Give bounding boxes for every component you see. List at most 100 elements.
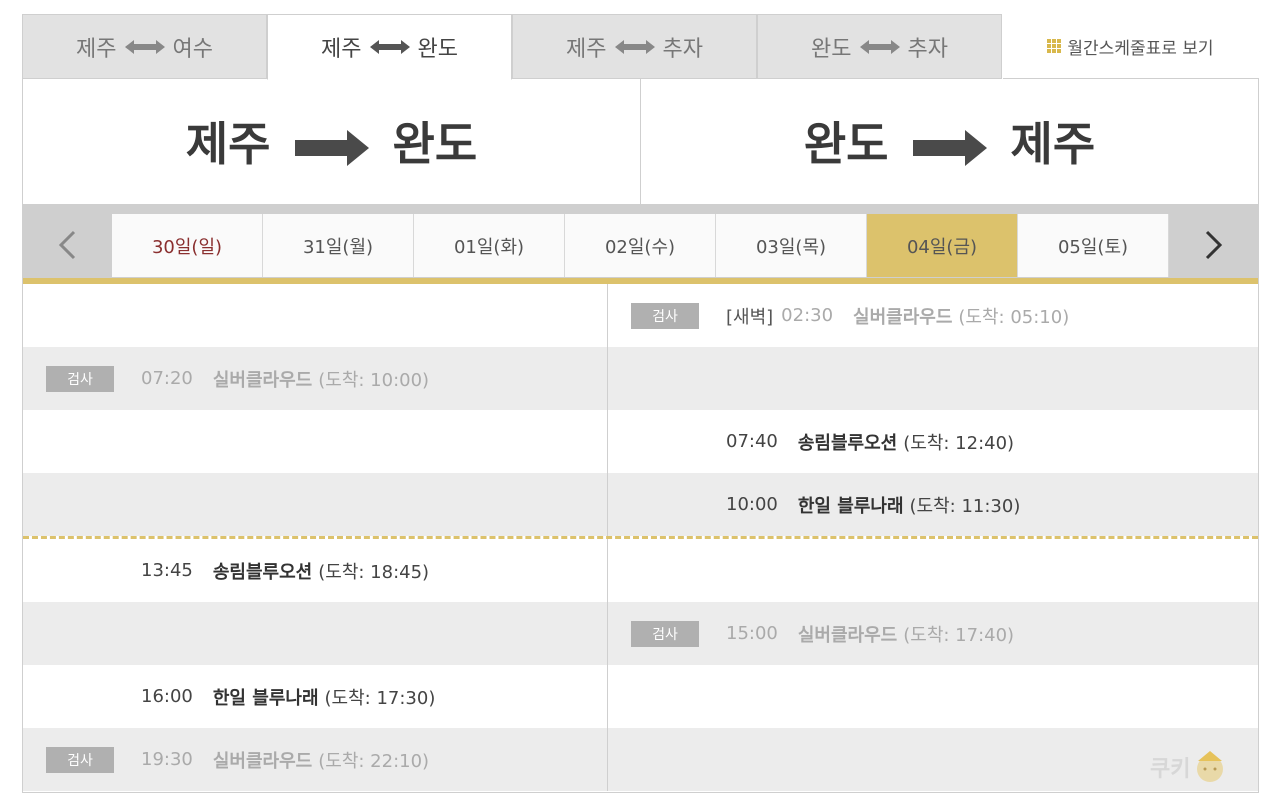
arrival-time: (도착: 12:40): [903, 432, 1015, 454]
date-selector: 30일(일) 31일(월) 01일(화) 02일(수) 03일(목) 04일(금) 05일(…: [23, 204, 1258, 284]
jeju-to-wando-cell: [23, 473, 607, 536]
destination-label: 제주: [1010, 117, 1096, 171]
ship-name: 송림블루오션: [212, 561, 313, 583]
ship-name: 실버클라우드: [212, 369, 313, 391]
jeju-to-wando-cell: [23, 602, 607, 665]
ship-name: 한일 블루나래: [797, 495, 904, 517]
schedule-row: 검사 07:20 실버클라우드 (도착: 10:00): [23, 347, 1258, 410]
schedule-row: 검사 19:30 실버클라우드 (도착: 22:10): [23, 728, 1258, 791]
departure-time: 02:30: [781, 305, 834, 326]
tab-from-label: 제주: [566, 36, 607, 62]
schedule-row: 검사 [새벽] 02:30 실버클라우드 (도착: 05:10): [23, 284, 1258, 347]
date-tab[interactable]: 30일(일): [112, 214, 263, 277]
origin-label: 완도: [803, 117, 889, 171]
tab-to-label: 추자: [662, 36, 703, 62]
watermark-text: 쿠키: [1150, 757, 1191, 782]
departure-entry: 19:30 실버클라우드 (도착: 22:10): [141, 728, 429, 791]
tab-to-label: 완도: [417, 37, 458, 62]
departure-time: 15:00: [726, 623, 778, 644]
departure-entry: 10:00 한일 블루나래 (도착: 11:30): [726, 473, 1020, 536]
double-arrow-icon: [124, 39, 165, 54]
grid-icon: [1047, 39, 1062, 53]
monthly-schedule-link[interactable]: 월간스케줄표로 보기: [1003, 14, 1258, 79]
dog-icon: [1197, 751, 1224, 782]
departure-entry: 16:00 한일 블루나래 (도착: 17:30): [141, 665, 435, 728]
date-tab[interactable]: 02일(수): [565, 214, 716, 277]
departure-entry: 07:20 실버클라우드 (도착: 10:00): [141, 347, 429, 410]
monthly-schedule-label: 월간스케줄표로 보기: [1067, 38, 1214, 59]
date-tab[interactable]: 05일(토): [1018, 214, 1169, 277]
origin-label: 제주: [185, 117, 271, 171]
departure-time: 07:20: [141, 368, 193, 389]
inspection-badge: 검사: [631, 303, 699, 329]
double-arrow-icon: [614, 39, 655, 54]
date-list: 30일(일) 31일(월) 01일(화) 02일(수) 03일(목) 04일(금) 05일(…: [112, 214, 1169, 277]
direction-header: 제주 완도 완도 제주: [23, 78, 1258, 204]
departure-time: 19:30: [141, 749, 193, 770]
ship-name: 실버클라우드: [853, 306, 953, 328]
destination-label: 완도: [392, 117, 478, 171]
schedule-row: 13:45 송림블루오션 (도착: 18:45): [23, 539, 1258, 602]
watermark-logo: 쿠키: [1150, 745, 1248, 789]
arrow-right-icon: [912, 123, 987, 166]
noon-divider: [23, 536, 1258, 539]
departure-time: 10:00: [726, 494, 778, 515]
double-arrow-icon: [369, 40, 410, 54]
arrow-right-icon: [294, 123, 369, 166]
inspection-badge: 검사: [46, 366, 114, 392]
tab-jeju-yeosu[interactable]: 제주 여수: [22, 14, 267, 79]
dawn-label: [새벽]: [726, 306, 774, 328]
date-tab[interactable]: 01일(화): [414, 214, 565, 277]
arrival-time: (도착: 22:10): [318, 750, 430, 772]
tab-from-label: 제주: [321, 37, 362, 62]
wando-to-jeju-cell: [607, 539, 1258, 602]
prev-dates-button[interactable]: [23, 214, 111, 276]
tab-wando-chuja[interactable]: 완도 추자: [757, 14, 1002, 79]
inspection-badge: 검사: [46, 747, 114, 773]
date-tab[interactable]: 03일(목): [716, 214, 867, 277]
wando-to-jeju-cell: [607, 347, 1258, 410]
double-arrow-icon: [859, 39, 900, 54]
inspection-badge: 검사: [631, 621, 699, 647]
departure-time: 13:45: [141, 560, 193, 581]
chevron-left-icon: [58, 230, 76, 260]
wando-to-jeju-cell: 검사 15:00 실버클라우드 (도착: 17:40): [607, 602, 1258, 665]
schedule-row: 07:40 송림블루오션 (도착: 12:40): [23, 410, 1258, 473]
tab-jeju-chuja[interactable]: 제주 추자: [512, 14, 757, 79]
ship-name: 송림블루오션: [797, 432, 898, 454]
tab-from-label: 완도: [811, 36, 852, 62]
arrival-time: (도착: 10:00): [318, 369, 430, 391]
departure-time: 16:00: [141, 686, 193, 707]
wando-to-jeju-cell: [607, 665, 1258, 728]
arrival-time: (도착: 11:30): [909, 495, 1021, 517]
schedule-row: 10:00 한일 블루나래 (도착: 11:30): [23, 473, 1258, 536]
departure-entry: [새벽] 02:30 실버클라우드 (도착: 05:10): [726, 284, 1069, 347]
schedule-frame: 제주 완도 완도 제주 30일(일) 31일(월) 01일(화) 02일(수) 03일(…: [22, 78, 1259, 793]
route-tabs: 제주 여수 제주 완도 제주 추자 완도 추자 월간스케줄표로 보기: [22, 14, 1258, 80]
jeju-to-wando-cell: 검사 19:30 실버클라우드 (도착: 22:10): [23, 728, 607, 791]
jeju-to-wando-cell: [23, 410, 607, 473]
arrival-time: (도착: 18:45): [318, 561, 430, 583]
tab-to-label: 여수: [172, 36, 213, 62]
jeju-to-wando-cell: [23, 284, 607, 347]
date-tab[interactable]: 04일(금): [867, 214, 1018, 277]
arrival-time: (도착: 05:10): [958, 306, 1070, 328]
ship-name: 실버클라우드: [212, 750, 313, 772]
arrival-time: (도착: 17:40): [903, 624, 1015, 646]
departure-entry: 15:00 실버클라우드 (도착: 17:40): [726, 602, 1014, 665]
wando-to-jeju-cell: 10:00 한일 블루나래 (도착: 11:30): [607, 473, 1258, 536]
wando-to-jeju-cell: 07:40 송림블루오션 (도착: 12:40): [607, 410, 1258, 473]
departure-time: 07:40: [726, 431, 778, 452]
schedule-row: 검사 15:00 실버클라우드 (도착: 17:40): [23, 602, 1258, 665]
ship-name: 한일 블루나래: [212, 687, 319, 709]
schedule-row: 16:00 한일 블루나래 (도착: 17:30): [23, 665, 1258, 728]
tab-jeju-wando[interactable]: 제주 완도: [267, 14, 512, 80]
jeju-to-wando-cell: 검사 07:20 실버클라우드 (도착: 10:00): [23, 347, 607, 410]
ship-name: 실버클라우드: [797, 624, 898, 646]
departure-entry: 13:45 송림블루오션 (도착: 18:45): [141, 539, 429, 602]
jeju-to-wando-cell: 13:45 송림블루오션 (도착: 18:45): [23, 539, 607, 602]
direction-left: 제주 완도: [23, 78, 640, 204]
direction-right: 완도 제주: [640, 78, 1258, 204]
date-tab[interactable]: 31일(월): [263, 214, 414, 277]
next-dates-button[interactable]: [1170, 214, 1258, 276]
